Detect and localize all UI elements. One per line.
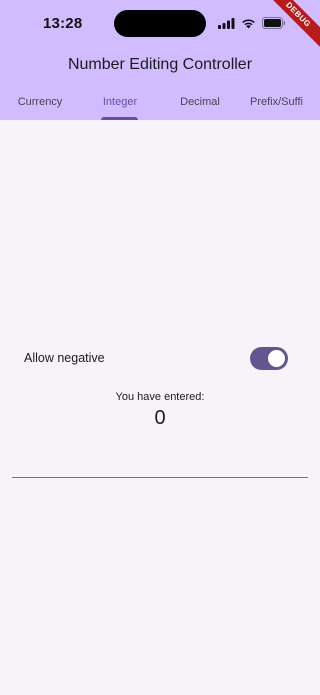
entered-value: 0 [154,407,166,429]
allow-negative-switch[interactable] [250,347,288,370]
tab-currency[interactable]: Currency [4,88,76,120]
app-bar: 13:28 DEBUG Number Editing Controller Cu… [0,0,320,120]
tab-bar: Currency Integer Decimal Prefix/Suffi [0,88,320,120]
battery-icon [262,16,286,34]
number-input-field[interactable] [12,477,308,478]
status-time: 13:28 [43,15,83,32]
signal-icon [218,16,235,34]
tab-decimal[interactable]: Decimal [162,88,238,120]
system-icons [218,16,286,34]
switch-knob [268,350,285,367]
status-bar: 13:28 DEBUG [0,0,320,56]
tab-integer[interactable]: Integer [82,88,158,120]
page-title: Number Editing Controller [67,56,253,73]
tab-prefix-suffix[interactable]: Prefix/Suffi [250,88,320,120]
entered-label: You have entered: [115,391,205,403]
wifi-icon [241,16,256,34]
tab-indicator [101,117,138,120]
dynamic-island [114,10,206,37]
allow-negative-label: Allow negative [24,351,105,365]
